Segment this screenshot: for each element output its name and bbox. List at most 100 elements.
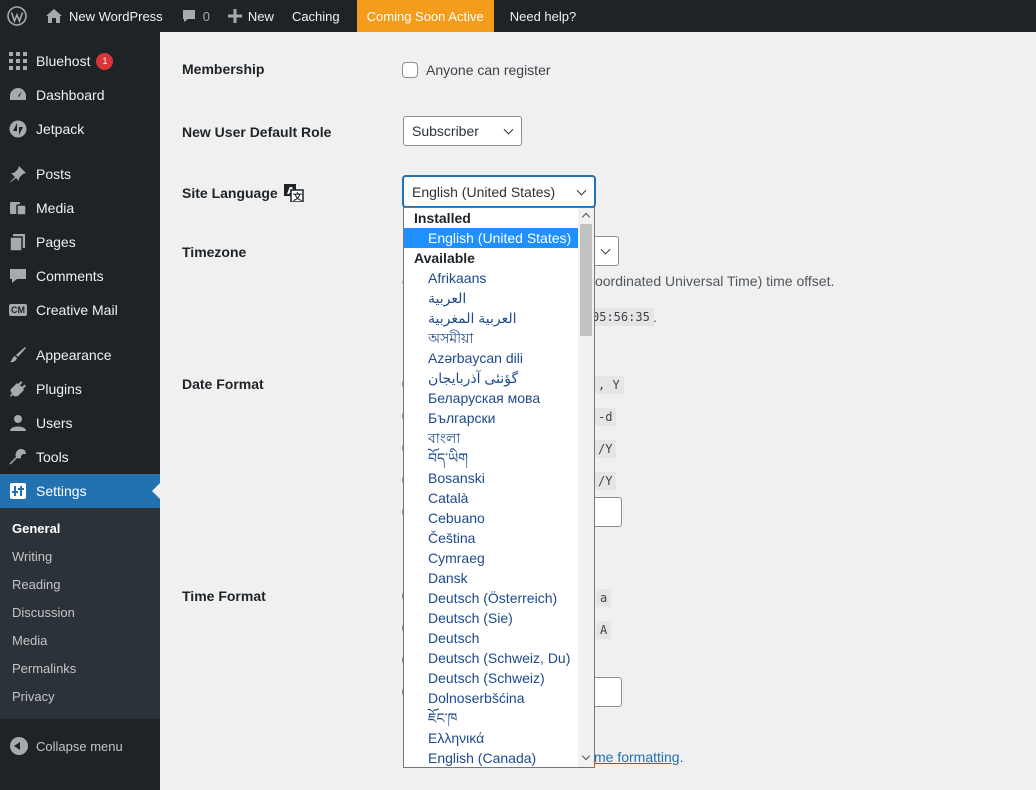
language-option[interactable]: English (Canada) (404, 748, 580, 767)
sidebar-item-jetpack[interactable]: Jetpack (0, 112, 160, 146)
language-option[interactable]: ཇོང་ཁ (404, 708, 580, 728)
date-format-code: /Y (594, 440, 617, 458)
language-option[interactable]: گؤنئی آذربایجان (404, 368, 580, 388)
language-option[interactable]: Cebuano (404, 508, 580, 528)
submenu-item-media[interactable]: Media (0, 627, 160, 655)
site-language-label: Site Language (182, 185, 278, 201)
submenu-item-discussion[interactable]: Discussion (0, 599, 160, 627)
sidebar-item-label: Jetpack (36, 121, 85, 137)
anyone-can-register-label[interactable]: Anyone can register (426, 62, 551, 78)
sidebar-item-media[interactable]: Media (0, 191, 160, 225)
date-time-doc-link[interactable]: me formatting (594, 749, 680, 765)
settings-submenu: General Writing Reading Discussion Media… (0, 508, 160, 719)
language-option[interactable]: Беларуская мова (404, 388, 580, 408)
admin-sidebar: Bluehost 1 Dashboard Jetpack Posts Media… (0, 32, 160, 790)
plus-icon (227, 9, 242, 23)
submenu-item-writing[interactable]: Writing (0, 543, 160, 571)
grid-icon (8, 51, 28, 71)
language-option[interactable]: བོད་ཡིག (404, 448, 580, 468)
cm-icon-text: CM (9, 304, 27, 316)
new-content-link[interactable]: New (219, 0, 283, 32)
sidebar-item-comments[interactable]: Comments (0, 259, 160, 293)
caching-link[interactable]: Caching (283, 0, 349, 32)
jetpack-icon (8, 119, 28, 139)
site-language-value: English (United States) (412, 183, 556, 200)
language-option[interactable]: Azərbaycan dili (404, 348, 580, 368)
sidebar-item-pages[interactable]: Pages (0, 225, 160, 259)
submenu-item-privacy[interactable]: Privacy (0, 683, 160, 711)
date-format-code: -d (594, 408, 617, 426)
default-role-select[interactable]: Subscriber (403, 116, 522, 146)
sidebar-item-settings[interactable]: Settings (0, 474, 160, 508)
language-option[interactable]: বাংলা (404, 428, 580, 448)
sidebar-item-label: Comments (36, 268, 104, 284)
submenu-item-general[interactable]: General (0, 515, 160, 543)
sidebar-item-dashboard[interactable]: Dashboard (0, 78, 160, 112)
language-option[interactable]: Deutsch (Schweiz) (404, 668, 580, 688)
pages-icon (8, 232, 28, 252)
sidebar-item-creative-mail[interactable]: CM Creative Mail (0, 293, 160, 327)
optgroup-installed: Installed (414, 210, 471, 226)
settings-form: Membership Anyone can register New User … (160, 32, 1036, 790)
submenu-item-reading[interactable]: Reading (0, 571, 160, 599)
language-option[interactable]: العربية المغربية (404, 308, 580, 328)
language-option[interactable]: Dolnoserbšćina (404, 688, 580, 708)
scroll-down-arrow-icon[interactable] (581, 751, 591, 761)
time-format-code: A (596, 621, 612, 639)
settings-icon (8, 481, 28, 501)
language-option[interactable]: অসমীয়া (404, 328, 580, 348)
language-option-selected[interactable]: English (United States) (404, 228, 580, 248)
sidebar-item-tools[interactable]: Tools (0, 440, 160, 474)
new-label: New (247, 8, 274, 24)
language-option[interactable]: Ελληνικά (404, 728, 580, 748)
language-option[interactable]: العربية (404, 288, 580, 308)
collapse-menu-button[interactable]: Collapse menu (0, 729, 160, 763)
translation-icon: A文 (283, 184, 304, 202)
sidebar-item-plugins[interactable]: Plugins (0, 372, 160, 406)
chevron-down-icon (503, 124, 514, 135)
date-time-doc-note: me formatting. (594, 749, 683, 765)
caching-label: Caching (291, 8, 340, 24)
dropdown-scrollbar[interactable] (578, 208, 594, 767)
submenu-item-permalinks[interactable]: Permalinks (0, 655, 160, 683)
doc-period: . (679, 749, 684, 765)
sidebar-item-users[interactable]: Users (0, 406, 160, 440)
sidebar-item-posts[interactable]: Posts (0, 157, 160, 191)
sidebar-item-appearance[interactable]: Appearance (0, 338, 160, 372)
scroll-up-arrow-icon[interactable] (581, 212, 591, 222)
language-option[interactable]: Cymraeg (404, 548, 580, 568)
time-format-code: a (596, 589, 612, 607)
language-option[interactable]: Bosanski (404, 468, 580, 488)
language-option[interactable]: Български (404, 408, 580, 428)
language-option[interactable]: Català (404, 488, 580, 508)
default-role-label: New User Default Role (182, 124, 332, 140)
coming-soon-badge[interactable]: Coming Soon Active (356, 0, 494, 32)
help-label: Need help? (509, 8, 577, 24)
sidebar-item-label: Users (36, 415, 73, 431)
help-link[interactable]: Need help? (494, 0, 593, 32)
language-option[interactable]: Afrikaans (404, 268, 580, 288)
timezone-period: . (653, 309, 657, 325)
sidebar-item-label: Appearance (36, 347, 112, 363)
sidebar-item-label: Bluehost (36, 53, 91, 69)
site-language-dropdown[interactable]: Installed English (United States) Availa… (403, 207, 595, 768)
sidebar-item-label: Settings (36, 483, 87, 499)
language-option[interactable]: Deutsch (Sie) (404, 608, 580, 628)
sidebar-item-bluehost[interactable]: Bluehost 1 (0, 44, 160, 78)
wordpress-logo-icon[interactable] (0, 0, 36, 32)
site-language-select[interactable]: English (United States) (403, 176, 595, 207)
language-option[interactable]: Dansk (404, 568, 580, 588)
language-option[interactable]: Deutsch (Österreich) (404, 588, 580, 608)
user-icon (8, 413, 28, 433)
language-option[interactable]: Deutsch (404, 628, 580, 648)
language-option[interactable]: Čeština (404, 528, 580, 548)
site-name-link[interactable]: New WordPress (36, 0, 172, 32)
site-name: New WordPress (69, 8, 163, 24)
comments-link[interactable]: 0 (172, 0, 219, 32)
anyone-can-register-checkbox[interactable] (402, 62, 418, 78)
language-options-list: Installed English (United States) Availa… (404, 208, 580, 767)
home-icon (46, 9, 62, 23)
language-option[interactable]: Deutsch (Schweiz, Du) (404, 648, 580, 668)
scrollbar-thumb[interactable] (580, 224, 592, 336)
comments-count: 0 (202, 8, 210, 24)
